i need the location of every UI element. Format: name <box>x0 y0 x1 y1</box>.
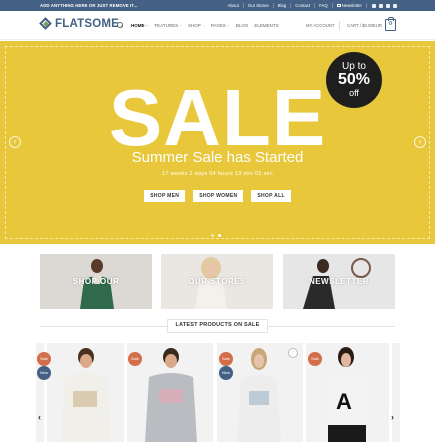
product-card[interactable] <box>47 343 124 442</box>
top-link-about[interactable]: About <box>224 3 244 8</box>
product-card-partial[interactable] <box>392 343 400 442</box>
newsletter-label: Newsletter <box>341 3 362 8</box>
email-icon[interactable] <box>393 3 397 8</box>
chevron-down-icon: ⌄ <box>179 23 183 27</box>
nav-label-home: HOME <box>131 22 145 28</box>
nav-label-blog: BLOG <box>235 22 249 28</box>
nav-label-features: FEATURES <box>154 22 179 28</box>
top-link-blog[interactable]: Blog <box>274 3 292 8</box>
nav-label-elements: ELEMENTS <box>254 22 279 28</box>
shop-men-button[interactable]: SHOP MEN <box>144 190 186 202</box>
category-label: SHOP OUR <box>72 277 120 286</box>
hero-buttons: SHOP MEN SHOP WOMEN SHOP ALL <box>0 190 435 202</box>
shop-all-button[interactable]: SHOP ALL <box>251 190 291 202</box>
svg-text:A: A <box>336 389 352 414</box>
section-divider-right <box>268 326 395 327</box>
products-prev-icon[interactable]: ‹ <box>38 412 41 422</box>
envelope-icon <box>336 4 341 7</box>
cart-link[interactable]: CART / $0.00EUR <box>347 23 382 28</box>
sale-badge: Sale <box>308 352 322 366</box>
site-logo[interactable]: FLATSOME <box>39 17 119 30</box>
top-link-our-stores[interactable]: Our Stores <box>244 3 274 8</box>
facebook-icon[interactable] <box>372 3 376 8</box>
logo-diamond-icon <box>39 17 52 30</box>
category-label: OUR STORES <box>188 277 246 286</box>
top-bar-nav: About Our Stores Blog Contact FAQ Newsle… <box>224 3 397 8</box>
chevron-down-icon: ⌄ <box>145 23 149 27</box>
category-banner-newsletter[interactable]: NEWSLETTER <box>283 254 395 309</box>
new-badge: New <box>37 366 51 380</box>
top-link-faq[interactable]: FAQ <box>315 3 333 8</box>
slider-prev-icon[interactable]: ‹ <box>9 136 21 148</box>
instagram-icon[interactable] <box>379 3 383 8</box>
shop-women-button[interactable]: SHOP WOMEN <box>193 190 244 202</box>
category-banner-stores[interactable]: OUR STORES <box>161 254 273 309</box>
sale-badge: Sale <box>219 352 233 366</box>
header-divider <box>339 21 340 30</box>
twitter-icon[interactable] <box>386 3 390 8</box>
sale-countdown: 17 weeks 2 days 04 hours 13 min 01 sec <box>161 171 274 177</box>
slider-next-icon[interactable]: › <box>414 136 426 148</box>
nav-item-home[interactable]: HOME ⌄ <box>131 23 148 28</box>
nav-item-shop[interactable]: SHOP ⌄ <box>188 23 205 28</box>
top-link-contact[interactable]: Contact <box>291 3 316 8</box>
nav-item-blog[interactable]: BLOG <box>236 23 249 28</box>
sale-badge: Sale <box>128 352 142 366</box>
section-divider-left <box>40 326 167 327</box>
site-header: FLATSOME HOME ⌄ FEATURES ⌄ SHOP ⌄ PAGES ⌄ BL… <box>0 11 435 40</box>
wishlist-heart-icon[interactable]: ♡ <box>288 348 298 358</box>
top-link-newsletter[interactable]: Newsletter <box>333 3 367 8</box>
cart-icon[interactable]: 0 <box>385 17 396 31</box>
nav-item-elements[interactable]: ELEMENTS <box>254 23 278 28</box>
section-title: LATEST PRODUCTS ON SALE <box>167 319 268 333</box>
slider-dot[interactable] <box>211 234 214 237</box>
logo-text: FLATSOME <box>55 18 119 30</box>
nav-item-features[interactable]: FEATURES ⌄ <box>154 23 182 28</box>
my-account-link[interactable]: MY ACCOUNT <box>306 23 335 28</box>
category-label: NEWSLETTER <box>308 277 370 286</box>
product-image <box>61 348 111 442</box>
top-bar-message: ADD ANYTHING HERE OR JUST REMOVE IT... <box>40 3 138 8</box>
slider-dots <box>211 234 221 237</box>
hero-subtitle: Summer Sale has Started <box>131 149 304 166</box>
search-icon[interactable] <box>117 22 123 28</box>
nav-item-pages[interactable]: PAGES ⌄ <box>211 23 230 28</box>
chevron-down-icon: ⌄ <box>201 23 205 27</box>
hero-headline: SALE <box>108 73 327 162</box>
products-next-icon[interactable]: › <box>391 412 394 422</box>
nav-label-shop: SHOP <box>188 22 201 28</box>
chevron-down-icon: ⌄ <box>226 23 230 27</box>
new-badge: New <box>219 366 233 380</box>
top-bar: ADD ANYTHING HERE OR JUST REMOVE IT... A… <box>0 0 435 11</box>
category-banner-shop[interactable]: SHOP OUR <box>40 254 152 309</box>
slider-dot-active[interactable] <box>218 234 221 237</box>
nav-label-pages: PAGES <box>210 22 226 28</box>
social-icons <box>367 3 397 8</box>
main-nav: HOME ⌄ FEATURES ⌄ SHOP ⌄ PAGES ⌄ BLOG ELEMEN… <box>117 22 279 28</box>
sale-badge: Sale <box>37 352 51 366</box>
